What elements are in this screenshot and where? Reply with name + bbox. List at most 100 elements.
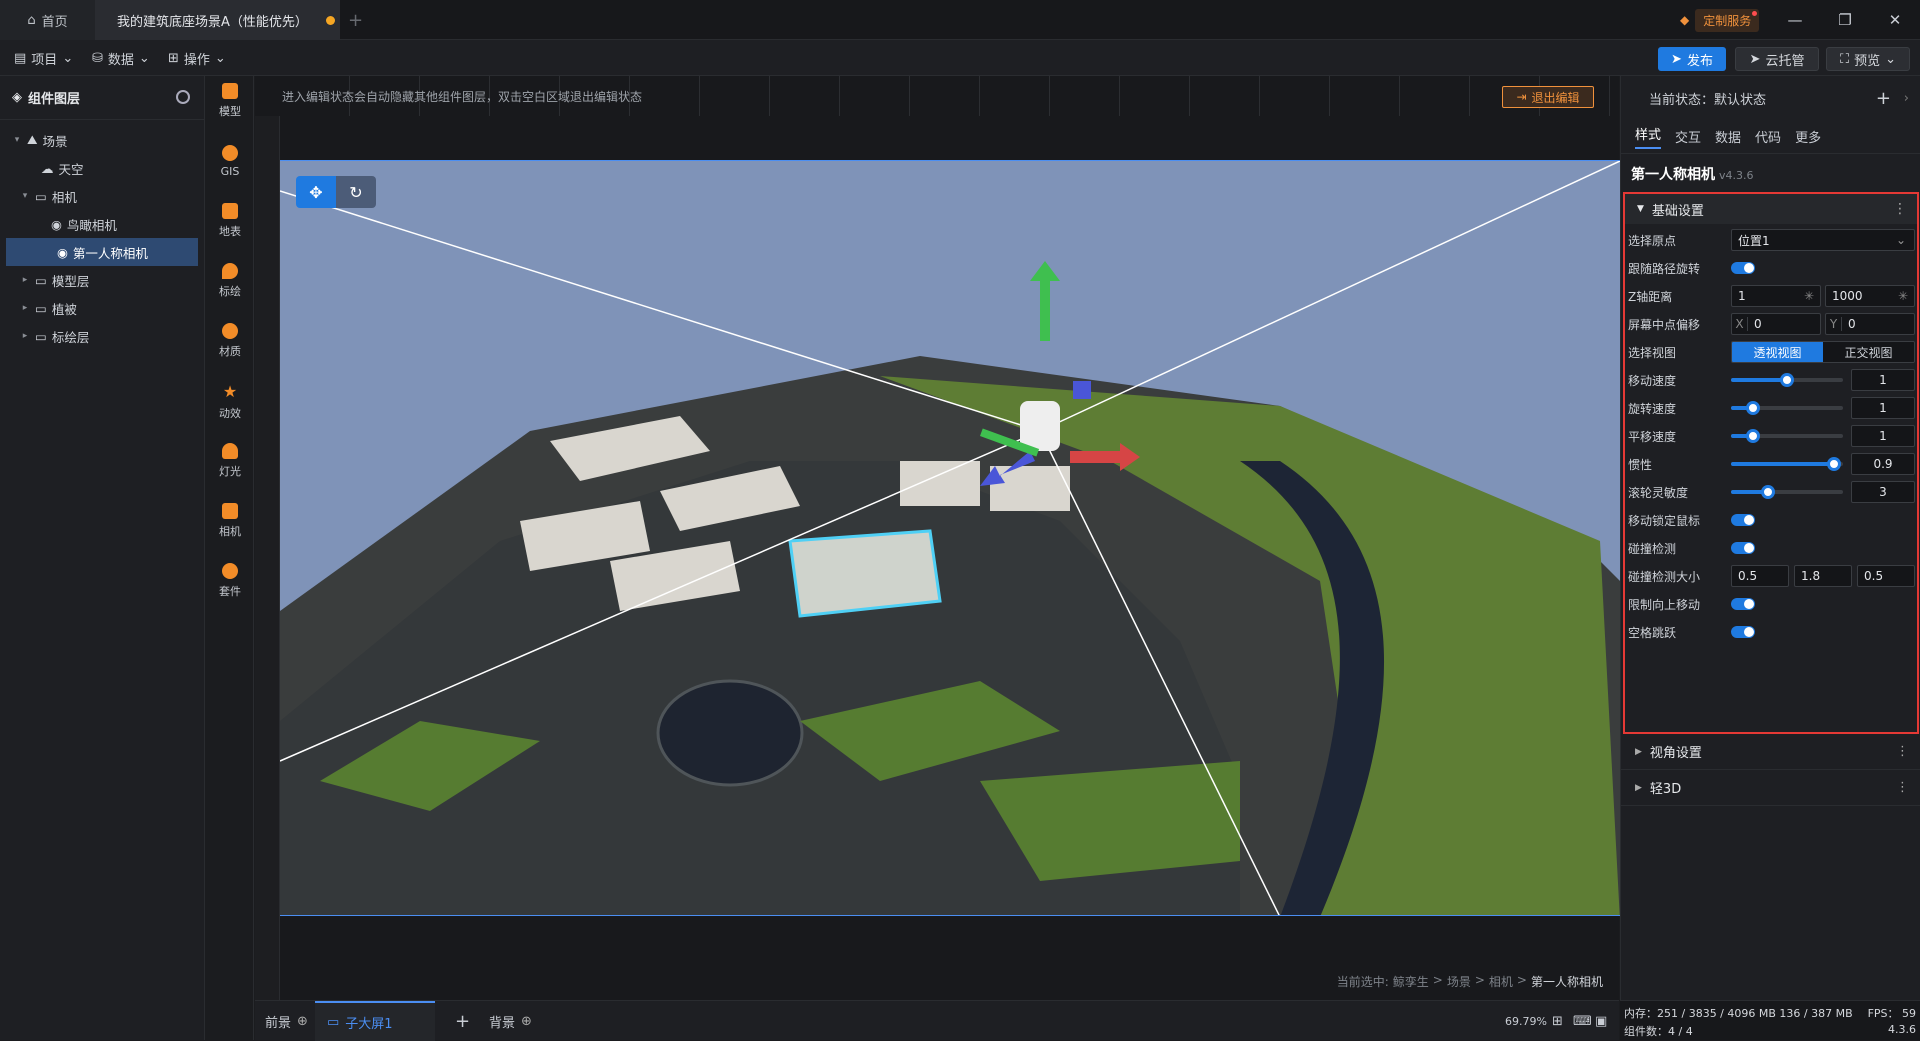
iconbar-kit[interactable]: 套件 <box>206 556 254 606</box>
iconbar-model[interactable]: 模型 <box>206 76 254 126</box>
publish-button[interactable]: ➤ 发布 <box>1658 47 1726 71</box>
rotate-speed-input[interactable]: 1 <box>1851 397 1915 419</box>
basic-settings-header[interactable]: ▼ 基础设置 ⋮ <box>1625 194 1917 224</box>
lock-mouse-toggle[interactable] <box>1731 514 1755 526</box>
slider-knob[interactable] <box>1827 457 1842 471</box>
restore-icon[interactable]: ❐ <box>1820 0 1870 40</box>
iconbar-gis[interactable]: GIS <box>206 136 254 186</box>
iconbar-camera[interactable]: 相机 <box>206 496 254 546</box>
pan-speed-input[interactable]: 1 <box>1851 425 1915 447</box>
breadcrumb-item[interactable]: 鲸孪生 <box>1393 973 1429 990</box>
slider-knob[interactable] <box>1746 401 1761 415</box>
exit-edit-button[interactable]: ⇥ 退出编辑 <box>1502 86 1594 108</box>
add-circle-icon[interactable]: ⊕ <box>521 1014 532 1029</box>
more-icon[interactable]: ⋮ <box>1896 744 1909 759</box>
caret-icon[interactable]: ▾ <box>12 135 22 145</box>
tab-more[interactable]: 更多 <box>1795 127 1821 146</box>
add-state-icon[interactable]: + <box>1876 88 1891 109</box>
terminal-icon[interactable]: ▣ <box>1595 1001 1607 1041</box>
inertia-input[interactable]: 0.9 <box>1851 453 1915 475</box>
tab-style[interactable]: 样式 <box>1635 124 1662 149</box>
tree-item-scene[interactable]: ▾ ⛰ 场景 <box>0 126 204 154</box>
fit-screen-icon[interactable]: ⊞ <box>1552 1001 1563 1041</box>
z-min-input[interactable]: 1 ✳ <box>1731 285 1821 307</box>
slider-knob[interactable] <box>1760 485 1775 499</box>
scene-icon: ⛰ <box>27 132 38 147</box>
tab-foreground[interactable]: 前景 ⊕ <box>265 1001 308 1041</box>
collision-size-c-input[interactable]: 0.5 <box>1857 565 1915 587</box>
wheel-slider[interactable] <box>1731 485 1843 499</box>
add-tab-icon[interactable]: + <box>348 0 368 40</box>
pan-speed-slider[interactable] <box>1731 429 1843 443</box>
inertia-slider[interactable] <box>1731 457 1843 471</box>
move-tool-icon[interactable]: ✥ <box>296 176 336 208</box>
preview-button[interactable]: ⛶ 预览 ⌄ <box>1826 47 1910 71</box>
tab-scene[interactable]: 我的建筑底座场景A（性能优先） <box>95 0 340 40</box>
caret-icon[interactable]: ▾ <box>20 191 30 201</box>
breadcrumb-item[interactable]: 场景 <box>1447 973 1471 990</box>
iconbar-plot[interactable]: 标绘 <box>206 256 254 306</box>
search-icon[interactable] <box>176 90 190 104</box>
collision-size-b-input[interactable]: 1.8 <box>1794 565 1852 587</box>
minimize-icon[interactable]: — <box>1770 0 1820 40</box>
menu-operate[interactable]: ⊞ 操作 ⌄ <box>168 40 226 76</box>
collision-toggle[interactable] <box>1731 542 1755 554</box>
add-screen-icon[interactable]: + <box>455 1001 470 1041</box>
more-icon[interactable]: ⋮ <box>1893 201 1907 217</box>
caret-icon[interactable]: ▸ <box>20 275 30 285</box>
tree-item-camera-group[interactable]: ▾ ▭ 相机 <box>0 182 204 210</box>
tab-data[interactable]: 数据 <box>1715 127 1741 146</box>
caret-icon[interactable]: ▸ <box>20 303 30 313</box>
limit-up-toggle[interactable] <box>1731 598 1755 610</box>
rotate-speed-slider[interactable] <box>1731 401 1843 415</box>
tab-interaction[interactable]: 交互 <box>1675 127 1701 146</box>
tree-item-sky[interactable]: ☁ 天空 <box>0 154 204 182</box>
iconbar-light[interactable]: 灯光 <box>206 436 254 486</box>
keyboard-icon[interactable]: ⌨ <box>1573 1001 1592 1041</box>
breadcrumb-current[interactable]: 第一人称相机 <box>1531 973 1603 990</box>
offset-x-input[interactable]: X0 <box>1731 313 1821 335</box>
tab-code[interactable]: 代码 <box>1755 127 1781 146</box>
tree-item-aerial-camera[interactable]: ◉ 鸟瞰相机 <box>0 210 204 238</box>
tree-item-vegetation[interactable]: ▸ ▭ 植被 <box>0 294 204 322</box>
close-icon[interactable]: ✕ <box>1870 0 1920 40</box>
view-settings-header[interactable]: ▶ 视角设置 ⋮ <box>1621 734 1920 770</box>
origin-select[interactable]: 位置1 ⌄ <box>1731 229 1915 251</box>
custom-service-button[interactable]: ◆ 定制服务 <box>1680 8 1760 32</box>
iconbar-terrain[interactable]: 地表 <box>206 196 254 246</box>
view-orthographic-option[interactable]: 正交视图 <box>1823 342 1914 362</box>
cloud-button[interactable]: ➤ 云托管 <box>1735 47 1819 71</box>
slider-knob[interactable] <box>1746 429 1761 443</box>
follow-rotate-toggle[interactable] <box>1731 262 1755 274</box>
add-circle-icon[interactable]: ⊕ <box>297 1014 308 1029</box>
pond <box>656 679 804 787</box>
chevron-right-icon[interactable]: › <box>1904 91 1909 106</box>
tree-item-fps-camera[interactable]: ◉ 第一人称相机 <box>6 238 198 266</box>
tree-item-model-layer[interactable]: ▸ ▭ 模型层 <box>0 266 204 294</box>
iconbar-effect[interactable]: ★ 动效 <box>206 376 254 426</box>
view-perspective-option[interactable]: 透视视图 <box>1732 342 1823 362</box>
app-version: 4.3.6 <box>1888 1023 1916 1036</box>
slider-knob[interactable] <box>1780 373 1794 387</box>
tab-background[interactable]: 背景 ⊕ <box>489 1001 532 1041</box>
move-speed-slider[interactable] <box>1731 373 1843 387</box>
3d-viewport[interactable] <box>280 160 1620 916</box>
caret-icon[interactable]: ▸ <box>20 331 30 341</box>
z-max-input[interactable]: 1000 ✳ <box>1825 285 1915 307</box>
offset-y-input[interactable]: Y0 <box>1825 313 1915 335</box>
space-jump-toggle[interactable] <box>1731 626 1755 638</box>
menu-data[interactable]: ⛁ 数据 ⌄ <box>92 40 150 76</box>
menu-project[interactable]: ▤ 项目 ⌄ <box>14 40 73 76</box>
collision-size-a-input[interactable]: 0.5 <box>1731 565 1789 587</box>
light3d-header[interactable]: ▶ 轻3D ⋮ <box>1621 770 1920 806</box>
wheel-input[interactable]: 3 <box>1851 481 1915 503</box>
tab-subscreen[interactable]: ▭ 子大屏1 <box>315 1001 435 1041</box>
tab-home[interactable]: ⌂ 首页 <box>0 0 95 40</box>
move-speed-input[interactable]: 1 <box>1851 369 1915 391</box>
breadcrumb-item[interactable]: 相机 <box>1489 973 1513 990</box>
iconbar-material[interactable]: 材质 <box>206 316 254 366</box>
tree-item-plot-layer[interactable]: ▸ ▭ 标绘层 <box>0 322 204 350</box>
selected-building <box>788 529 942 618</box>
more-icon[interactable]: ⋮ <box>1896 780 1909 795</box>
rotate-tool-icon[interactable]: ↻ <box>336 176 376 208</box>
